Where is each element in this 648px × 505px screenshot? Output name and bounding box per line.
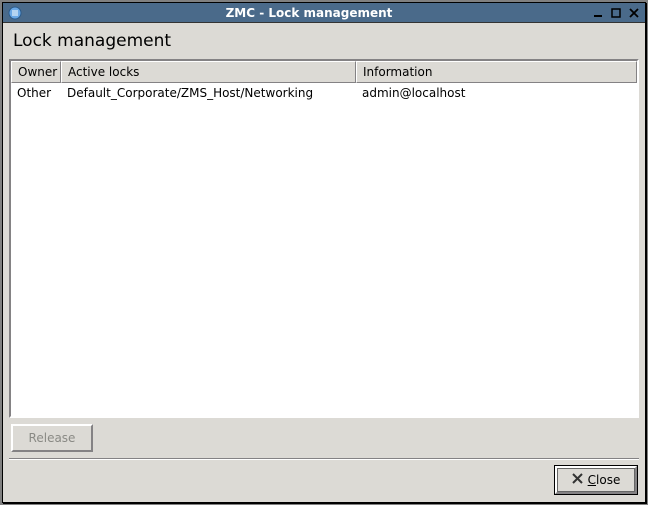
column-header-active-locks[interactable]: Active locks bbox=[61, 61, 356, 83]
separator bbox=[9, 458, 639, 460]
close-button[interactable]: Close bbox=[555, 466, 637, 494]
window-controls bbox=[591, 6, 645, 20]
cell-owner: Other bbox=[11, 84, 61, 102]
table-body[interactable]: Other Default_Corporate/ZMS_Host/Network… bbox=[11, 83, 637, 416]
locks-table: Owner Active locks Information Other Def… bbox=[9, 59, 639, 418]
close-icon bbox=[572, 473, 583, 487]
minimize-button[interactable] bbox=[591, 6, 605, 20]
app-icon bbox=[7, 5, 23, 21]
window-title: ZMC - Lock management bbox=[27, 6, 591, 20]
cell-active-locks: Default_Corporate/ZMS_Host/Networking bbox=[61, 84, 356, 102]
content-area: Lock management Owner Active locks Infor… bbox=[3, 23, 645, 502]
maximize-button[interactable] bbox=[609, 6, 623, 20]
action-row: Release bbox=[9, 418, 639, 456]
page-title: Lock management bbox=[9, 29, 639, 59]
dialog-button-row: Close bbox=[9, 466, 639, 496]
close-button-label: Close bbox=[588, 473, 621, 487]
table-header: Owner Active locks Information bbox=[11, 61, 637, 83]
table-row[interactable]: Other Default_Corporate/ZMS_Host/Network… bbox=[11, 83, 637, 103]
titlebar[interactable]: ZMC - Lock management bbox=[3, 3, 645, 23]
window-frame: ZMC - Lock management Lock management Ow… bbox=[2, 2, 646, 503]
release-button-label: Release bbox=[29, 431, 76, 445]
window-close-button[interactable] bbox=[627, 6, 641, 20]
column-header-information[interactable]: Information bbox=[356, 61, 637, 83]
cell-information: admin@localhost bbox=[356, 84, 637, 102]
column-header-owner[interactable]: Owner bbox=[11, 61, 61, 83]
release-button: Release bbox=[11, 424, 93, 452]
